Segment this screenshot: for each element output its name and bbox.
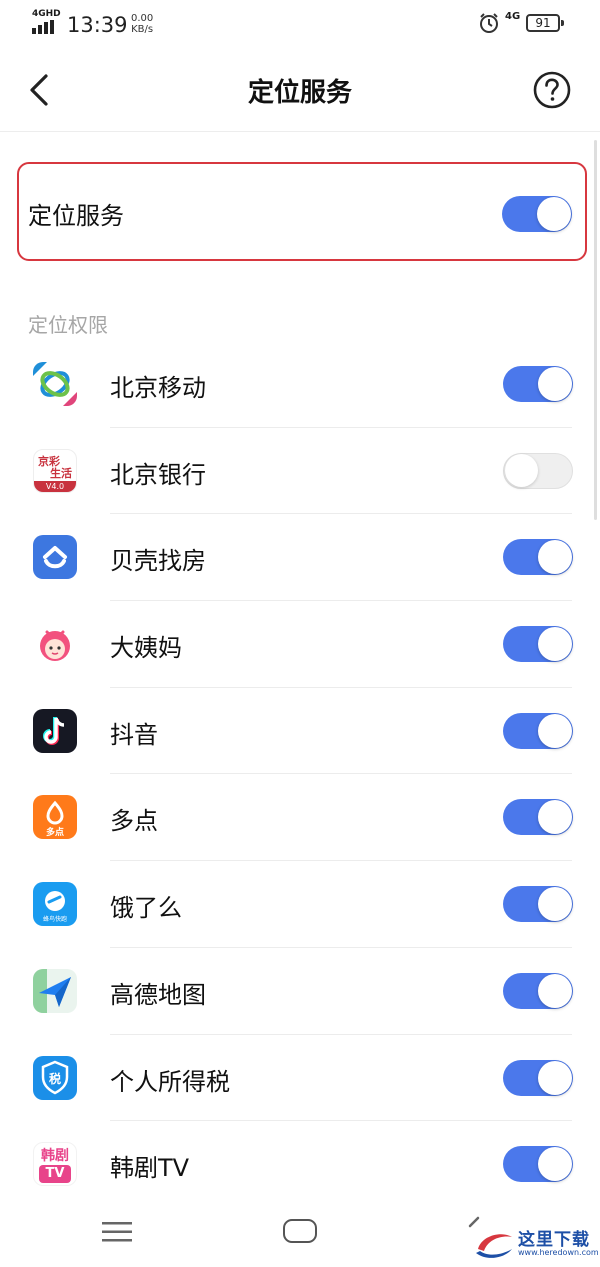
watermark-logo: 这里下载 www.heredown.com: [472, 1223, 599, 1263]
home-button[interactable]: [283, 1219, 317, 1243]
duodian-icon: 多点: [33, 795, 77, 840]
app-location-toggle[interactable]: [503, 799, 573, 836]
beike-icon: [33, 535, 77, 580]
location-service-card: 定位服务: [17, 162, 587, 261]
app-name: 个人所得税: [110, 1067, 230, 1096]
signal-icon: [32, 20, 54, 34]
battery-icon: 91: [526, 14, 564, 32]
app-name: 饿了么: [110, 894, 182, 923]
app-location-toggle[interactable]: [503, 539, 573, 576]
list-item: 高德地图: [0, 948, 600, 1035]
help-icon[interactable]: [532, 70, 572, 110]
app-location-toggle[interactable]: [503, 712, 573, 749]
navigation-bar: 这里下载 www.heredown.com: [0, 1196, 600, 1267]
app-name: 抖音: [110, 720, 158, 749]
app-name: 北京银行: [110, 460, 206, 489]
list-item: 京彩 生活 V4.0 北京银行: [0, 428, 600, 515]
eleme-icon: 蜂鸟快跑: [33, 882, 77, 927]
network-4g-label: 4G: [505, 11, 521, 22]
app-name: 大姨妈: [110, 634, 182, 663]
app-permission-list: 北京移动 京彩 生活 V4.0 北京银行 贝壳找房 大姨妈 抖音 多点 多点 蜂…: [0, 341, 600, 1208]
watermark-icon: [476, 1234, 512, 1258]
list-item: 韩剧 TV 韩剧TV: [0, 1121, 600, 1208]
header: 定位服务: [0, 48, 600, 132]
china-mobile-icon: [33, 362, 77, 406]
menu-icon[interactable]: [102, 1221, 132, 1243]
list-item: 贝壳找房: [0, 514, 600, 602]
amap-icon: [33, 968, 77, 1013]
app-location-toggle[interactable]: [503, 1146, 573, 1183]
app-name: 多点: [110, 807, 158, 836]
location-service-label: 定位服务: [28, 202, 124, 230]
tax-icon: 税: [33, 1055, 77, 1100]
app-location-toggle[interactable]: [503, 452, 573, 489]
list-item: 抖音: [0, 688, 600, 775]
douyin-icon: [33, 708, 77, 753]
scrollbar[interactable]: [594, 140, 597, 520]
list-item: 税 个人所得税: [0, 1035, 600, 1122]
network-speed: 0.00 KB/s: [131, 13, 154, 35]
list-item: 北京移动: [0, 341, 600, 428]
app-name: 北京移动: [110, 374, 206, 402]
alarm-icon: [480, 13, 498, 33]
location-service-toggle[interactable]: [502, 196, 572, 232]
app-location-toggle[interactable]: [503, 972, 573, 1009]
list-item: 蜂鸟快跑 饿了么: [0, 861, 600, 948]
status-bar: 4GHD 13:39 0.00 KB/s 4G 91: [0, 0, 600, 48]
app-name: 贝壳找房: [110, 547, 206, 576]
page-title: 定位服务: [247, 78, 352, 108]
network-label: 4GHD: [32, 9, 61, 19]
app-location-toggle[interactable]: [503, 886, 573, 923]
list-item: 多点 多点: [0, 774, 600, 862]
bank-of-beijing-icon: 京彩 生活 V4.0: [33, 448, 77, 493]
section-title: 定位权限: [28, 313, 108, 337]
clock: 13:39: [67, 13, 128, 37]
dayima-icon: [33, 622, 77, 667]
hanju-tv-icon: 韩剧 TV: [33, 1142, 77, 1187]
app-location-toggle[interactable]: [503, 626, 573, 663]
app-location-toggle[interactable]: [503, 1059, 573, 1096]
app-name: 韩剧TV: [110, 1154, 190, 1183]
app-location-toggle[interactable]: [503, 366, 573, 402]
list-item: 大姨妈: [0, 601, 600, 688]
app-name: 高德地图: [110, 980, 206, 1009]
